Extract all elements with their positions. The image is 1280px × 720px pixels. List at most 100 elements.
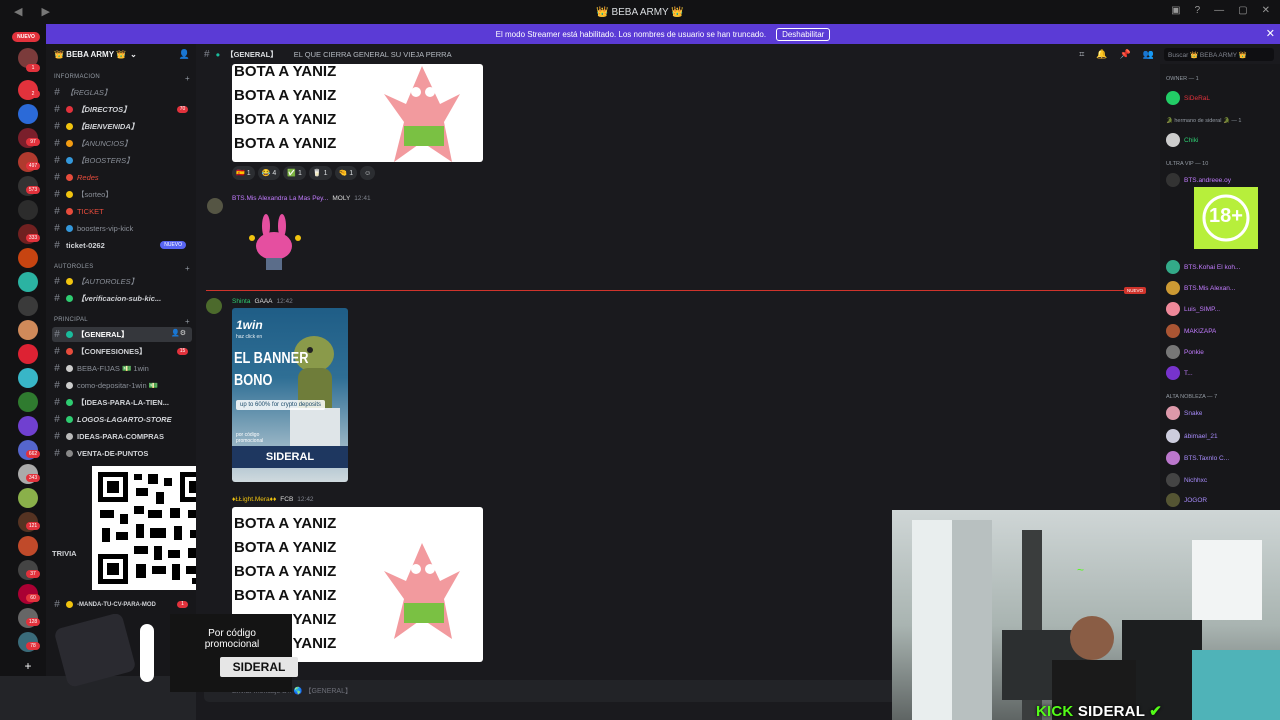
member-item[interactable]: Luis_SIMP...	[1166, 300, 1280, 318]
search-input[interactable]: Buscar 👑 BEBA ARMY 👑	[1164, 48, 1274, 61]
channel-item[interactable]: # 【ANUNCIOS】	[52, 136, 192, 151]
reaction-chip[interactable]: 🤏 1	[334, 166, 358, 180]
author-name[interactable]: Shinta	[232, 298, 250, 305]
channel-item[interactable]: # LOGOS-LAGARTO-STORE	[52, 412, 192, 427]
channel-item[interactable]: # -MANDA-TU-CV-PARA-MOD 1	[52, 597, 192, 612]
category-autoroles[interactable]: AUTOROLES +	[54, 264, 192, 273]
message-header: ♦ŁŁight.Mera♦♦ FCB 12:42	[232, 496, 314, 503]
avatar	[1166, 260, 1180, 274]
channel-item[interactable]: # 【REGLAS】	[52, 85, 192, 100]
member-item[interactable]: SiDeRaL	[1166, 89, 1280, 107]
hash-icon: #	[54, 346, 60, 357]
meme-image[interactable]: BOTA A YANIZ BOTA A YANIZ BOTA A YANIZ B…	[232, 64, 483, 162]
member-item[interactable]: BTS.Taxnlo C...	[1166, 449, 1280, 467]
channel-item[interactable]: # 【IDEAS-PARA-LA-TIEN...	[52, 395, 192, 410]
inbox-icon[interactable]: ▣	[1171, 5, 1180, 16]
server-icon[interactable]	[18, 488, 38, 508]
channel-item-general[interactable]: # 【GENERAL】 👤⚙	[52, 327, 192, 342]
member-item[interactable]: Chiki	[1166, 131, 1280, 149]
pin-icon[interactable]: 📌	[1120, 49, 1131, 60]
promo-ad-image[interactable]: 1win haz click en EL BANNER BONO up to 60…	[232, 308, 348, 482]
server-icon[interactable]	[18, 536, 38, 556]
channel-item[interactable]: # IDEAS-PARA-COMPRAS	[52, 429, 192, 444]
server-icon[interactable]	[18, 248, 38, 268]
member-item[interactable]: Ponkie	[1166, 343, 1280, 361]
brand-logo: 1win	[236, 318, 263, 332]
channel-item[interactable]: # 【sorteo】	[52, 187, 192, 202]
add-channel-icon[interactable]: +	[185, 264, 190, 273]
reaction-chip[interactable]: ✅ 1	[283, 166, 306, 180]
server-icon[interactable]	[18, 104, 38, 124]
promo-code-overlay: Por código promocional SIDERAL	[40, 614, 298, 692]
disable-streamer-button[interactable]: Deshabilitar	[776, 27, 831, 41]
sticker-image[interactable]	[244, 212, 306, 274]
server-icon[interactable]	[18, 272, 38, 292]
members-icon[interactable]: 👥	[1143, 49, 1154, 60]
server-icon[interactable]	[18, 344, 38, 364]
avatar[interactable]	[206, 298, 222, 314]
add-member-icon[interactable]: 👤	[179, 49, 190, 60]
close-banner-icon[interactable]: ✕	[1266, 27, 1275, 40]
add-reaction-icon[interactable]: ☺	[360, 166, 376, 180]
author-name[interactable]: BTS.Mis Alexandra La Mas Pey...	[232, 195, 328, 202]
server-icon[interactable]	[18, 416, 38, 436]
help-icon[interactable]: ?	[1195, 5, 1201, 16]
threads-icon[interactable]: ⌗	[1079, 49, 1084, 60]
streamer-mode-banner: El modo Streamer está habilitado. Los no…	[46, 24, 1280, 44]
hash-icon: #	[54, 138, 60, 149]
member-item[interactable]: T...	[1166, 364, 1280, 382]
member-item[interactable]: BTS.Mis Alexan...	[1166, 279, 1280, 297]
reaction-chip[interactable]: 🇪🇸 1	[232, 166, 255, 180]
settings-icon[interactable]: 👤⚙	[171, 329, 186, 337]
channel-topic[interactable]: EL QUE CIERRA GENERAL SU VIEJA PERRA	[294, 50, 452, 59]
bell-icon[interactable]: 🔔	[1096, 49, 1107, 60]
server-icon[interactable]	[18, 368, 38, 388]
reaction-chip[interactable]: 😂 4	[257, 166, 281, 180]
close-window-icon[interactable]: ✕	[1262, 5, 1270, 16]
channel-item[interactable]: # 【CONFESIONES】 15	[52, 344, 192, 359]
patrick-image	[384, 66, 460, 162]
member-item[interactable]: JOGOR	[1166, 491, 1280, 509]
minimize-icon[interactable]: —	[1214, 5, 1224, 16]
channel-item[interactable]: # 【verificacion-sub-kic...	[52, 291, 192, 306]
member-item[interactable]: BTS.Kohai El koh...	[1166, 258, 1280, 276]
unread-badge: 128	[26, 618, 40, 626]
channel-item[interactable]: # BEBA-FIJAS 💵 1win	[52, 361, 192, 376]
role-tag: GAAA	[254, 298, 273, 305]
history-nav-icon[interactable]: ◀ ▶	[14, 5, 58, 18]
member-group-header: OWNER — 1	[1166, 76, 1199, 82]
member-item[interactable]: Snake	[1166, 404, 1280, 422]
channel-item[interactable]: # TICKET	[52, 204, 192, 219]
server-header[interactable]: 👑 BEBA ARMY 👑 ⌄ 👤	[46, 44, 196, 64]
ad-promo-note: por código promocional	[236, 432, 264, 444]
add-server-icon[interactable]: +	[18, 656, 38, 676]
author-name[interactable]: ♦ŁŁight.Mera♦♦	[232, 496, 276, 503]
add-channel-icon[interactable]: +	[185, 74, 190, 83]
channel-item[interactable]: # ticket-0262 NUEVO	[52, 238, 192, 253]
server-icon[interactable]	[18, 200, 38, 220]
chevron-down-icon: ⌄	[130, 49, 137, 59]
member-item[interactable]: MAKIZAPA	[1166, 322, 1280, 340]
channel-item[interactable]: # 【BOOSTERS】	[52, 153, 192, 168]
channel-item[interactable]: # VENTA-DE-PUNTOS	[52, 446, 192, 461]
channel-item[interactable]: # 【DIRECTOS】 70	[52, 102, 192, 117]
channel-item[interactable]: # 【AUTOROLES】	[52, 274, 192, 289]
member-item[interactable]: Nichhxc	[1166, 471, 1280, 489]
server-icon[interactable]	[18, 320, 38, 340]
channel-title: 【GENERAL】	[226, 49, 278, 59]
window-title: 👑 BEBA ARMY 👑	[596, 6, 684, 18]
avatar[interactable]	[207, 198, 223, 214]
category-principal[interactable]: PRINCIPAL +	[54, 317, 192, 326]
reaction-chip[interactable]: 🥛 1	[308, 166, 332, 180]
hash-icon: #	[54, 431, 60, 442]
category-info[interactable]: INFORMACION +	[54, 74, 192, 83]
channel-item[interactable]: # como-depositar-1win 💵	[52, 378, 192, 393]
member-item[interactable]: ábimael_21	[1166, 427, 1280, 445]
channel-item[interactable]: # Redes	[52, 170, 192, 185]
channel-item[interactable]: # 【BIENVENIDA】	[52, 119, 192, 134]
maximize-icon[interactable]: ▢	[1238, 5, 1247, 16]
server-icon[interactable]	[18, 296, 38, 316]
channel-item[interactable]: # boosters-vip-kick	[52, 221, 192, 236]
server-icon[interactable]	[18, 392, 38, 412]
add-channel-icon[interactable]: +	[185, 317, 190, 326]
